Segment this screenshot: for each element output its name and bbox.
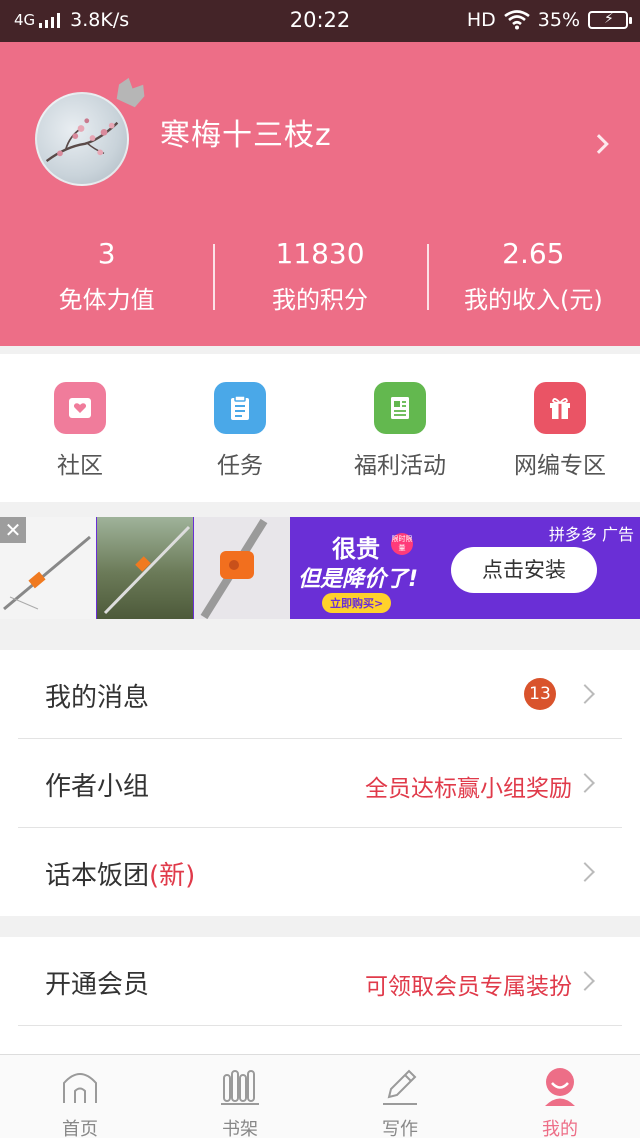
- status-bar: 4G 3.8K/s 20:22 HD 35% ⚡: [0, 0, 640, 42]
- ad-slogan: 很贵: [332, 535, 380, 563]
- menu-item-title: 作者小组: [45, 772, 150, 802]
- tab-bookshelf[interactable]: 书架: [160, 1055, 320, 1138]
- tab-label: 书架: [222, 1119, 258, 1138]
- home-icon: [63, 1073, 97, 1103]
- task-icon: [214, 382, 266, 434]
- gift-icon: [534, 382, 586, 434]
- menu-item-membership[interactable]: 开通会员 可领取会员专属装扮: [18, 937, 622, 1026]
- me-icon: [545, 1068, 575, 1106]
- quick-nav-community[interactable]: 社区: [0, 354, 160, 502]
- tab-me[interactable]: 我的: [480, 1055, 640, 1138]
- quick-nav-task[interactable]: 任务: [160, 354, 320, 502]
- ad-banner[interactable]: ✕ 很贵 限时限量 但是降价了! 立即购买> 点击安装 拼多多 广告: [0, 517, 640, 619]
- chevron-right-icon: [575, 862, 595, 882]
- menu-item-promo: 全员达标赢小组奖励: [365, 776, 572, 802]
- bookshelf-icon: [221, 1070, 259, 1105]
- wifi-icon: [503, 10, 530, 30]
- unread-badge: 13: [524, 678, 556, 710]
- ad-slogan-2: 但是降价了!: [298, 567, 419, 592]
- welfare-icon: [374, 382, 426, 434]
- bottom-tab-bar: 首页 书架 写作 我的: [0, 1054, 640, 1138]
- battery-icon: ⚡: [588, 11, 632, 29]
- username: 寒梅十三枝z: [160, 118, 332, 153]
- quick-nav-editor-zone[interactable]: 网编专区: [480, 354, 640, 502]
- tab-label: 我的: [542, 1119, 578, 1138]
- menu-group-1: 我的消息 13 作者小组 全员达标赢小组奖励 话本饭团(新): [0, 650, 640, 916]
- stat-label: 免体力值: [58, 286, 155, 314]
- menu-item-promo: 可领取会员专属装扮: [365, 974, 572, 1000]
- ad-buy-now[interactable]: 立即购买>: [322, 593, 392, 613]
- quick-nav-label: 任务: [217, 453, 263, 479]
- chevron-right-icon: [575, 684, 595, 704]
- tab-home[interactable]: 首页: [0, 1055, 160, 1138]
- stats-row: 3 免体力值 11830 我的积分 2.65 我的收入(元): [0, 232, 640, 328]
- quick-nav: 社区 任务 福利活动 网编专区: [0, 354, 640, 502]
- profile-header[interactable]: 寒梅十三枝z 3 免体力值 11830 我的积分 2.65 我的收入(元): [0, 42, 640, 346]
- chevron-right-icon[interactable]: [589, 134, 609, 154]
- menu-item-huaben-fantuan[interactable]: 话本饭团(新): [18, 828, 622, 917]
- menu-item-title-text: 话本饭团: [45, 861, 150, 891]
- ad-brand-label: 拼多多 广告: [548, 525, 634, 544]
- status-right: HD 35% ⚡: [466, 9, 632, 31]
- chevron-right-icon: [575, 971, 595, 991]
- battery-percent: 35%: [537, 9, 580, 31]
- menu-item-messages[interactable]: 我的消息 13: [18, 650, 622, 739]
- menu-group-2: 开通会员 可领取会员专属装扮: [0, 937, 640, 1054]
- ad-product-image: [97, 517, 193, 619]
- quick-nav-label: 福利活动: [354, 453, 446, 479]
- ad-install-button[interactable]: 点击安装: [451, 547, 597, 593]
- stat-points[interactable]: 11830 我的积分: [213, 232, 426, 328]
- community-icon: [54, 382, 106, 434]
- tab-label: 写作: [382, 1119, 418, 1138]
- menu-item-title: 话本饭团(新): [45, 855, 195, 892]
- stat-value: 3: [97, 237, 116, 270]
- write-icon: [383, 1069, 417, 1105]
- hd-indicator: HD: [466, 9, 496, 31]
- crown-icon: [116, 77, 145, 108]
- menu-item-author-group[interactable]: 作者小组 全员达标赢小组奖励: [18, 739, 622, 828]
- ad-tag: 限时限量: [391, 533, 413, 555]
- menu-item-title: 开通会员: [45, 970, 150, 1000]
- tab-write[interactable]: 写作: [320, 1055, 480, 1138]
- menu-item-title: 我的消息: [45, 683, 150, 713]
- stat-stamina[interactable]: 3 免体力值: [0, 232, 213, 328]
- ad-product-image: [194, 517, 290, 619]
- tab-label: 首页: [62, 1119, 98, 1138]
- quick-nav-label: 社区: [57, 453, 103, 479]
- chevron-right-icon: [575, 773, 595, 793]
- quick-nav-label: 网编专区: [514, 453, 606, 479]
- stat-value: 11830: [275, 237, 365, 270]
- quick-nav-welfare[interactable]: 福利活动: [320, 354, 480, 502]
- new-label: (新): [149, 861, 196, 891]
- ad-close-button[interactable]: ✕: [0, 517, 26, 543]
- stat-income[interactable]: 2.65 我的收入(元): [426, 232, 640, 328]
- stat-label: 我的积分: [271, 286, 368, 314]
- stat-value: 2.65: [502, 237, 565, 270]
- stat-label: 我的收入(元): [463, 286, 603, 314]
